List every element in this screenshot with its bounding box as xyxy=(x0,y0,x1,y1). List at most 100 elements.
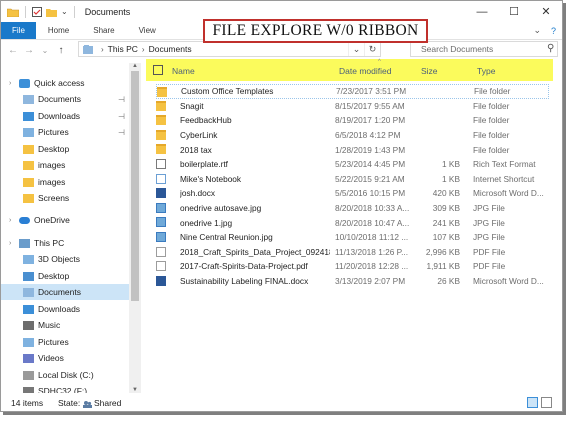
new-folder-icon[interactable] xyxy=(46,7,57,17)
word-document-icon xyxy=(156,188,166,199)
file-type: Rich Text Format xyxy=(473,159,536,170)
file-row[interactable]: 2018_Craft_Spirits_Data_Project_092418..… xyxy=(156,245,549,260)
customize-toolbar-icon[interactable]: ⌄ xyxy=(61,7,68,16)
file-row[interactable]: 2017-Craft-Spirits-Data-Project.pdf 11/20… xyxy=(156,259,549,274)
tab-share[interactable]: Share xyxy=(81,22,126,39)
file-name: 2017-Craft-Spirits-Data-Project.pdf xyxy=(180,261,308,272)
sidebar-item-label: This PC xyxy=(34,238,65,248)
sidebar-item-desktop[interactable]: Desktop xyxy=(1,141,129,157)
file-row[interactable]: Mike's Notebook 5/22/2015 9:21 AM 1 KB Inte… xyxy=(156,172,549,187)
pin-icon[interactable]: ⊣ xyxy=(118,128,125,137)
sidebar-item-desktop[interactable]: Desktop xyxy=(1,268,129,284)
sort-indicator-icon: ^ xyxy=(378,59,381,65)
sidebar-item-downloads[interactable]: Downloads ⊣ xyxy=(1,108,129,124)
search-icon[interactable]: ⚲ xyxy=(547,43,557,54)
expand-chevron-icon[interactable]: › xyxy=(9,217,11,224)
file-list: ^ Name Date modified Size Type Custom Of… xyxy=(142,59,562,393)
select-all-checkbox[interactable] xyxy=(153,65,163,75)
column-type[interactable]: Type xyxy=(477,66,495,76)
column-name[interactable]: Name xyxy=(172,66,195,76)
sidebar-item-label: Downloads xyxy=(38,304,81,314)
address-bar[interactable]: › This PC › Documents ⌄ ↻ xyxy=(78,41,381,57)
refresh-icon[interactable]: ↻ xyxy=(364,42,380,56)
file-row[interactable]: boilerplate.rtf 5/23/2014 4:45 PM 1 KB Rich… xyxy=(156,157,549,172)
sidebar-item-images[interactable]: images xyxy=(1,157,129,173)
sidebar-item-label: Documents xyxy=(38,94,81,104)
file-name: 2018 tax xyxy=(180,144,212,155)
file-row[interactable]: 2018 tax 1/28/2019 1:43 PM File folder xyxy=(156,142,549,157)
file-size: 420 KB xyxy=(432,188,460,199)
sidebar-item-pictures[interactable]: Pictures xyxy=(1,334,129,350)
sidebar-item-onedrive[interactable]: › OneDrive xyxy=(1,212,129,228)
breadcrumb-documents[interactable]: Documents xyxy=(149,44,192,54)
file-row[interactable]: Nine Central Reunion.jpg 10/10/2018 11:12… xyxy=(156,230,549,245)
file-row[interactable]: Sustainability Labeling FINAL.docx 3/13/2… xyxy=(156,274,549,289)
file-row[interactable]: onedrive autosave.jpg 8/20/2018 10:33 A..… xyxy=(156,201,549,216)
scroll-down-icon[interactable]: ▼ xyxy=(129,387,141,393)
sidebar-item-videos[interactable]: Videos xyxy=(1,350,129,366)
sidebar-item-music[interactable]: Music xyxy=(1,317,129,333)
window-title: Documents xyxy=(84,6,131,17)
minimize-button[interactable]: — xyxy=(466,1,498,22)
file-row[interactable]: Snagit 8/15/2017 9:55 AM File folder xyxy=(156,99,549,114)
sidebar-item-quick-access[interactable]: › Quick access xyxy=(1,75,129,91)
sidebar-item-downloads[interactable]: Downloads xyxy=(1,301,129,317)
scrollbar-thumb[interactable] xyxy=(131,71,139,301)
file-row[interactable]: Custom Office Templates 7/23/2017 3:51 PM… xyxy=(156,84,549,99)
sidebar-scrollbar[interactable]: ▲ ▼ xyxy=(129,63,141,393)
sidebar-item-local-disk-c[interactable]: Local Disk (C:) xyxy=(1,367,129,383)
sidebar-item-3d-objects[interactable]: 3D Objects xyxy=(1,251,129,267)
back-button[interactable]: ← xyxy=(5,45,21,56)
sidebar-item-screens[interactable]: Screens xyxy=(1,190,129,206)
tab-home[interactable]: Home xyxy=(36,22,81,39)
pdf-icon xyxy=(156,261,166,272)
file-type: File folder xyxy=(473,144,510,155)
sidebar-item-sdhc32-f[interactable]: SDHC32 (F:) xyxy=(1,383,129,393)
address-dropdown-icon[interactable]: ⌄ xyxy=(348,42,364,56)
shared-icon xyxy=(82,400,92,408)
maximize-button[interactable]: ☐ xyxy=(498,1,530,22)
sidebar-item-images[interactable]: images xyxy=(1,174,129,190)
expand-ribbon-icon[interactable]: ⌄ xyxy=(533,25,541,36)
sidebar-item-documents[interactable]: Documents ⊣ xyxy=(1,91,129,107)
pin-icon[interactable]: ⊣ xyxy=(118,95,125,104)
up-button[interactable]: ↑ xyxy=(53,45,69,56)
download-icon xyxy=(23,304,34,314)
file-size: 1 KB xyxy=(442,173,460,184)
file-row[interactable]: josh.docx 5/5/2016 10:15 PM 420 KB Microsof… xyxy=(156,186,549,201)
file-row[interactable]: onedrive 1.jpg 8/20/2018 10:47 A... 241 KB… xyxy=(156,215,549,230)
recent-locations-button[interactable]: ⌄ xyxy=(37,46,53,55)
file-type: PDF File xyxy=(473,246,506,257)
breadcrumb-separator: › xyxy=(141,44,145,54)
breadcrumb-separator: › xyxy=(101,44,104,54)
pin-icon[interactable]: ⊣ xyxy=(118,112,125,121)
help-icon[interactable]: ? xyxy=(551,26,556,36)
file-row[interactable]: CyberLink 6/5/2018 4:12 PM File folder xyxy=(156,128,549,143)
folder-icon xyxy=(156,100,166,111)
sidebar-item-this-pc[interactable]: › This PC xyxy=(1,235,129,251)
tab-view[interactable]: View xyxy=(127,22,168,39)
details-view-button[interactable] xyxy=(527,397,538,408)
file-name: josh.docx xyxy=(180,188,216,199)
sidebar-item-pictures[interactable]: Pictures ⊣ xyxy=(1,124,129,140)
file-row[interactable]: FeedbackHub 8/19/2017 1:20 PM File folder xyxy=(156,113,549,128)
file-name: Mike's Notebook xyxy=(180,173,242,184)
pictures-icon xyxy=(23,127,34,137)
large-icons-view-button[interactable] xyxy=(541,397,552,408)
tab-file[interactable]: File xyxy=(1,22,36,39)
expand-chevron-icon[interactable]: › xyxy=(9,240,11,247)
properties-icon[interactable] xyxy=(32,6,42,17)
close-button[interactable]: ✕ xyxy=(530,1,562,22)
column-size[interactable]: Size xyxy=(421,66,438,76)
expand-chevron-icon[interactable]: › xyxy=(9,80,11,87)
address-actions: ⌄ ↻ xyxy=(348,42,380,56)
sidebar-item-label: Downloads xyxy=(38,111,81,121)
sidebar-item-label: Local Disk (C:) xyxy=(38,370,94,380)
column-date-modified[interactable]: Date modified xyxy=(339,66,391,76)
search-input[interactable]: Search Documents xyxy=(410,41,558,57)
breadcrumb-this-pc[interactable]: This PC xyxy=(108,44,138,54)
forward-button[interactable]: → xyxy=(21,45,37,56)
file-date-modified: 1/28/2019 1:43 PM xyxy=(335,144,406,155)
sidebar-item-documents[interactable]: Documents xyxy=(1,284,129,300)
scroll-up-icon[interactable]: ▲ xyxy=(129,63,141,69)
